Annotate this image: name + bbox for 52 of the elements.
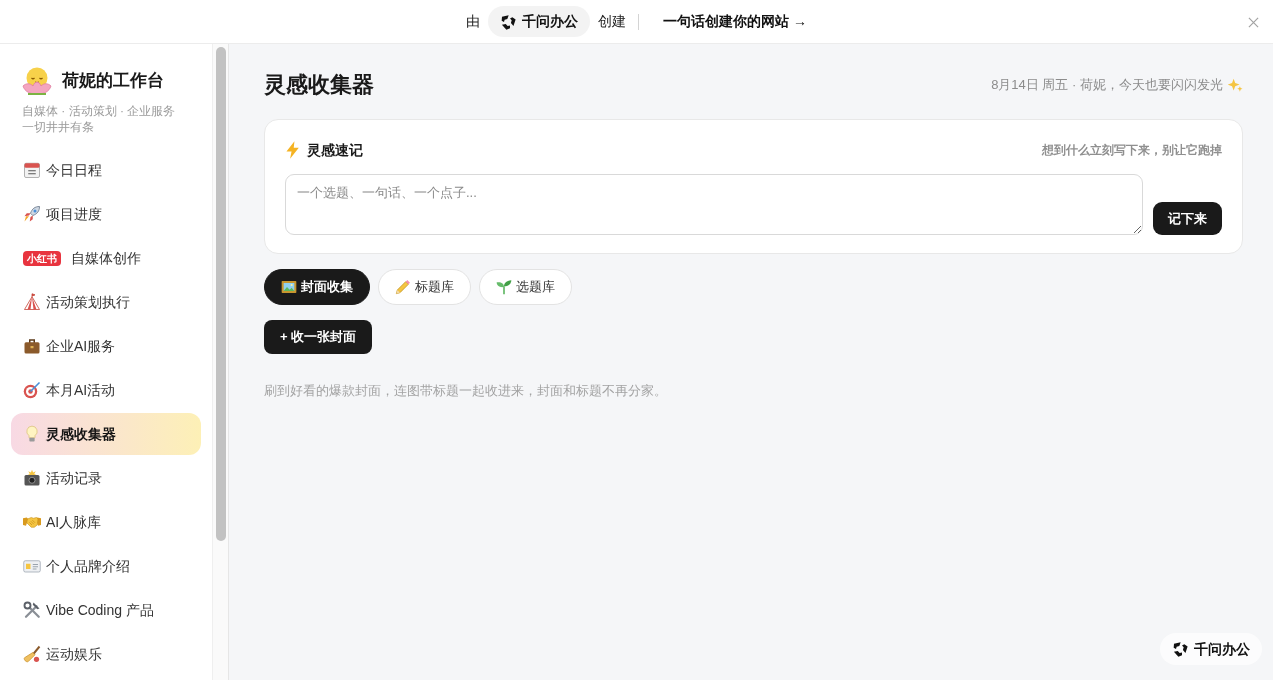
nav-item[interactable]: 灵感收集器 — [11, 413, 201, 455]
nav-item[interactable]: 活动记录 — [11, 457, 201, 499]
rocket-icon — [23, 205, 41, 223]
logo-icon — [500, 13, 517, 30]
sparkle-icon — [1228, 77, 1243, 93]
nav-item[interactable]: AI人脉库 — [11, 501, 201, 543]
calendar-icon — [23, 161, 41, 179]
id-card-icon — [23, 557, 41, 575]
framed-picture-icon — [281, 279, 297, 295]
workspace-title: 荷妮的工作台 — [62, 70, 164, 92]
tag-label: 小红书 — [23, 250, 61, 266]
pencil-icon — [395, 279, 411, 295]
circus-tent-icon — [23, 293, 41, 311]
camera-icon — [23, 469, 41, 487]
seedling-icon — [496, 279, 512, 295]
tab[interactable]: 选题库 — [479, 269, 572, 305]
hint-text: 想到什么立刻写下来，别让它跑掉 — [1042, 142, 1222, 159]
banner-text: 创建 — [598, 12, 627, 31]
lightning-icon — [285, 141, 301, 159]
banner-text: 由 — [466, 12, 481, 31]
save-note-button[interactable]: 记下来 — [1153, 202, 1222, 235]
lightbulb-icon — [23, 425, 41, 443]
nav-item[interactable]: 活动策划执行 — [11, 281, 201, 323]
workspace-subtitle: 一切井井有条 — [22, 119, 94, 135]
nav-item[interactable]: 项目进度 — [11, 193, 201, 235]
close-icon — [1247, 16, 1259, 28]
nav-item[interactable]: 今日日程 — [11, 149, 201, 191]
scrollbar-thumb[interactable] — [216, 47, 226, 541]
smiley-lotus-icon — [22, 66, 52, 96]
tab[interactable]: 标题库 — [378, 269, 471, 305]
close-button[interactable] — [1246, 15, 1260, 29]
nav-item[interactable]: 个人品牌介绍 — [11, 545, 201, 587]
logo-icon — [1172, 641, 1188, 657]
nav-item[interactable]: 小红书 自媒体创作 — [11, 237, 201, 279]
nav-item[interactable]: 运动娱乐 — [11, 633, 201, 675]
workspace-subtitle: 自媒体 · 活动策划 · 企业服务 — [22, 103, 176, 119]
note-input[interactable]: 一个选题、一句话、一个点子... — [285, 174, 1143, 235]
nav-item[interactable]: 本月AI活动 — [11, 369, 201, 411]
add-cover-button[interactable]: + 收一张封面 — [264, 320, 373, 354]
target-icon — [23, 381, 41, 399]
brand-link[interactable]: 千问办公 — [488, 6, 591, 37]
briefcase-icon — [23, 337, 41, 355]
bat-and-ball-icon — [23, 645, 41, 663]
brand-badge[interactable]: 千问办公 — [1160, 633, 1262, 665]
tools-icon — [23, 601, 41, 619]
tab[interactable]: 封面收集 — [264, 269, 370, 305]
page-title: 灵感收集器 — [264, 71, 374, 99]
create-site-link[interactable]: 一句话创建你的网站 → — [663, 11, 807, 32]
section-title: 灵感速记 — [307, 140, 363, 160]
nav-item[interactable]: Vibe Coding 产品 — [11, 589, 201, 631]
greeting-text: 8月14日 周五 · 荷妮，今天也要闪闪发光 — [991, 76, 1223, 95]
nav-item[interactable]: 企业AI服务 — [11, 325, 201, 367]
